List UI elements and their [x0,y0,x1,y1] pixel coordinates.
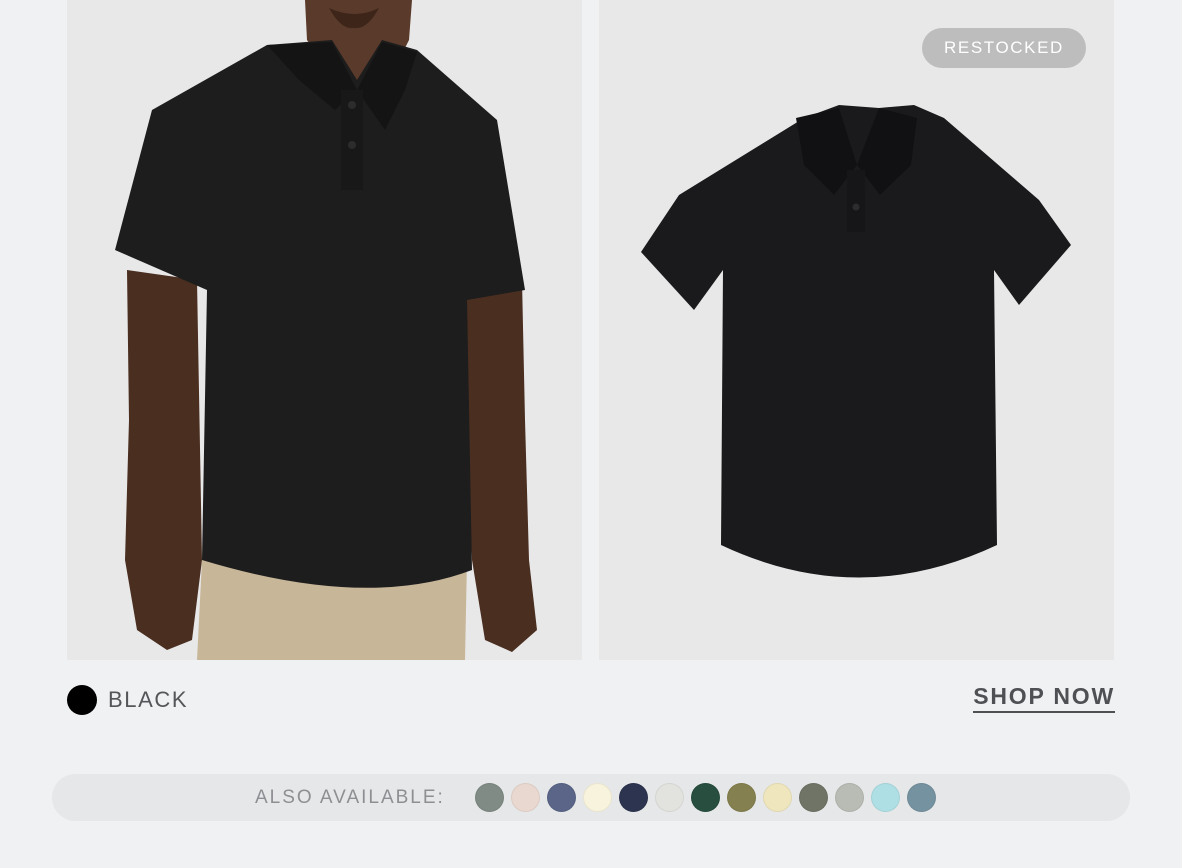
selected-color: BLACK [67,685,188,715]
selected-color-label: BLACK [108,687,189,712]
also-available-label: ALSO AVAILABLE: [255,786,445,808]
model-wearing-polo-image [67,0,582,660]
color-swatch[interactable] [475,783,504,812]
product-photo-model[interactable] [67,0,582,660]
color-swatch[interactable] [691,783,720,812]
color-swatch[interactable] [655,783,684,812]
color-swatch[interactable] [799,783,828,812]
color-swatch-list [475,783,936,812]
color-swatch[interactable] [511,783,540,812]
color-swatch[interactable] [619,783,648,812]
selected-color-dot [67,685,97,715]
flat-lay-polo-image [599,0,1114,660]
restocked-badge: RESTOCKED [922,28,1086,68]
color-swatch[interactable] [763,783,792,812]
also-available-bar: ALSO AVAILABLE: [52,774,1130,821]
color-swatch[interactable] [871,783,900,812]
product-photo-flat[interactable] [599,0,1114,660]
color-swatch[interactable] [835,783,864,812]
shop-now-link[interactable]: SHOP NOW [973,683,1115,713]
color-swatch[interactable] [547,783,576,812]
color-swatch[interactable] [583,783,612,812]
color-swatch[interactable] [727,783,756,812]
color-swatch[interactable] [907,783,936,812]
